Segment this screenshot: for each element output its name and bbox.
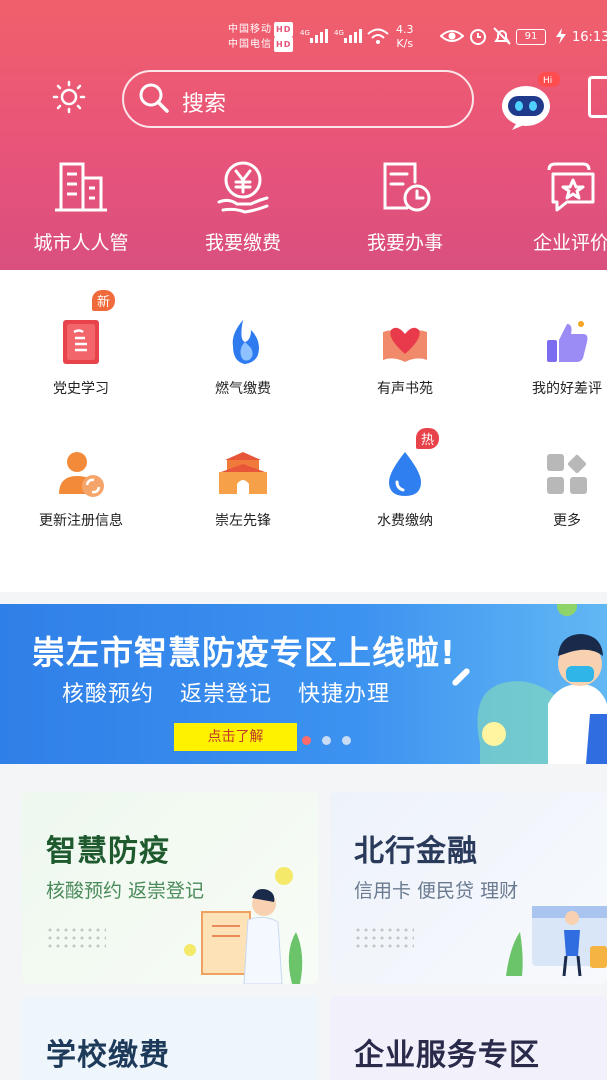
quick-action-label: 我要办事 — [366, 232, 443, 254]
card-subtitle: 信用卡 便民贷 理财 — [354, 880, 519, 902]
status-bar: 中国移动 HD 中国电信 HD 4G 4G 4.3 K/s 91 16:13 — [0, 18, 607, 58]
service-water-payment[interactable]: 水费缴纳 — [330, 448, 480, 530]
service-label: 我的好差评 — [532, 381, 602, 397]
svg-text:4G: 4G — [300, 29, 310, 37]
doctor-illustration — [452, 604, 607, 764]
service-more[interactable]: 更多 — [492, 448, 607, 530]
service-audio-books[interactable]: 有声书苑 — [330, 316, 480, 398]
search-placeholder: 搜索 — [182, 92, 227, 117]
assistant-robot-icon[interactable]: Hi — [498, 72, 562, 132]
service-grid: 党史学习 新 燃气缴费 有声书苑 我的好差评 更新注册信息 崇左先锋 水费缴纳 … — [0, 270, 607, 592]
audio-book-icon — [383, 327, 427, 362]
service-label: 燃气缴费 — [215, 381, 271, 397]
service-label: 更新注册信息 — [39, 513, 123, 529]
clock: 16:13 — [572, 30, 607, 45]
service-label: 水费缴纳 — [377, 513, 433, 529]
eye-icon — [440, 30, 464, 42]
service-feedback[interactable]: 我的好差评 — [492, 316, 607, 398]
flame-icon — [232, 320, 259, 364]
brightness-icon[interactable] — [52, 80, 86, 114]
hot-badge: 热 — [416, 428, 440, 449]
card-school-fees[interactable]: 学校缴费 — [22, 996, 318, 1080]
search-bar[interactable]: 搜索 — [122, 70, 474, 128]
document-clock-icon — [383, 162, 431, 212]
service-label: 党史学习 — [53, 381, 109, 397]
battery-indicator: 91 — [516, 29, 546, 45]
quick-action-label: 我要缴费 — [204, 232, 281, 254]
alarm-icon — [470, 29, 486, 45]
wifi-icon — [367, 28, 389, 44]
service-gas-payment[interactable]: 燃气缴费 — [168, 316, 318, 398]
banner-subtitle: 核酸预约 返崇登记 快捷办理 — [62, 682, 390, 707]
hd-badge: HD — [274, 37, 294, 52]
card-title: 学校缴费 — [46, 1038, 170, 1073]
card-enterprise-services[interactable]: 企业服务专区 — [330, 996, 607, 1080]
carrier-2: 中国电信 — [228, 39, 272, 50]
scan-icon[interactable] — [588, 76, 607, 118]
service-chongzuo-pioneer[interactable]: 崇左先锋 — [168, 448, 318, 530]
carrier-1: 中国移动 — [228, 24, 272, 35]
quick-action-label: 城市人人管 — [33, 232, 129, 254]
banner-learn-more-button[interactable]: 点击了解 — [174, 723, 297, 751]
banner-title: 崇左市智慧防疫专区上线啦! — [32, 633, 457, 672]
yen-hand-icon — [217, 161, 269, 214]
carousel-dot[interactable] — [342, 736, 351, 745]
gate-tower-icon — [219, 452, 267, 494]
search-icon — [139, 83, 169, 113]
new-badge: 新 — [92, 290, 116, 311]
water-drop-icon — [389, 452, 421, 496]
carrier-info: 中国移动 HD 中国电信 HD — [228, 22, 294, 52]
header: 中国移动 HD 中国电信 HD 4G 4G 4.3 K/s 91 16:13 搜… — [0, 0, 607, 270]
quick-action-affairs[interactable]: 我要办事 — [340, 160, 470, 260]
svg-text:4G: 4G — [334, 29, 344, 37]
service-label: 更多 — [553, 513, 581, 529]
signal-icon: 4G — [334, 29, 362, 43]
service-party-history[interactable]: 党史学习 — [6, 316, 156, 398]
chat-star-icon — [547, 162, 595, 212]
signal-icon: 4G — [300, 29, 328, 43]
finance-illustration — [506, 906, 607, 977]
quick-action-pay[interactable]: 我要缴费 — [178, 160, 308, 260]
card-title: 企业服务专区 — [354, 1038, 540, 1073]
card-smart-epidemic[interactable]: 智慧防疫 核酸预约 返崇登记 — [22, 792, 318, 984]
network-speed: 4.3 K/s — [396, 23, 414, 50]
service-label: 有声书苑 — [377, 381, 433, 397]
decor-dots — [354, 926, 414, 950]
hd-badge: HD — [274, 22, 294, 37]
carousel-dots[interactable] — [302, 730, 362, 749]
quick-action-evaluate[interactable]: 企业评价 — [506, 160, 607, 260]
mute-bell-icon — [493, 27, 511, 45]
more-grid-icon — [547, 454, 587, 494]
user-refresh-icon — [59, 452, 104, 497]
party-book-icon — [63, 320, 99, 364]
building-icon — [55, 162, 107, 212]
card-title: 智慧防疫 — [46, 834, 170, 869]
carousel-dot[interactable] — [322, 736, 331, 745]
card-title: 北行金融 — [354, 834, 478, 869]
doctor-illustration — [184, 867, 303, 984]
quick-action-city[interactable]: 城市人人管 — [16, 160, 146, 260]
quick-action-label: 企业评价 — [532, 232, 607, 254]
thumbs-up-icon — [547, 321, 588, 362]
charge-icon — [556, 28, 566, 44]
service-update-registration[interactable]: 更新注册信息 — [6, 448, 156, 530]
carousel-dot-active[interactable] — [302, 736, 311, 745]
card-bank-finance[interactable]: 北行金融 信用卡 便民贷 理财 — [330, 792, 607, 984]
promo-banner[interactable]: 崇左市智慧防疫专区上线啦! 核酸预约 返崇登记 快捷办理 点击了解 — [0, 604, 607, 764]
decor-dots — [46, 926, 106, 950]
service-label: 崇左先锋 — [215, 513, 271, 529]
svg-text:Hi: Hi — [543, 76, 552, 86]
